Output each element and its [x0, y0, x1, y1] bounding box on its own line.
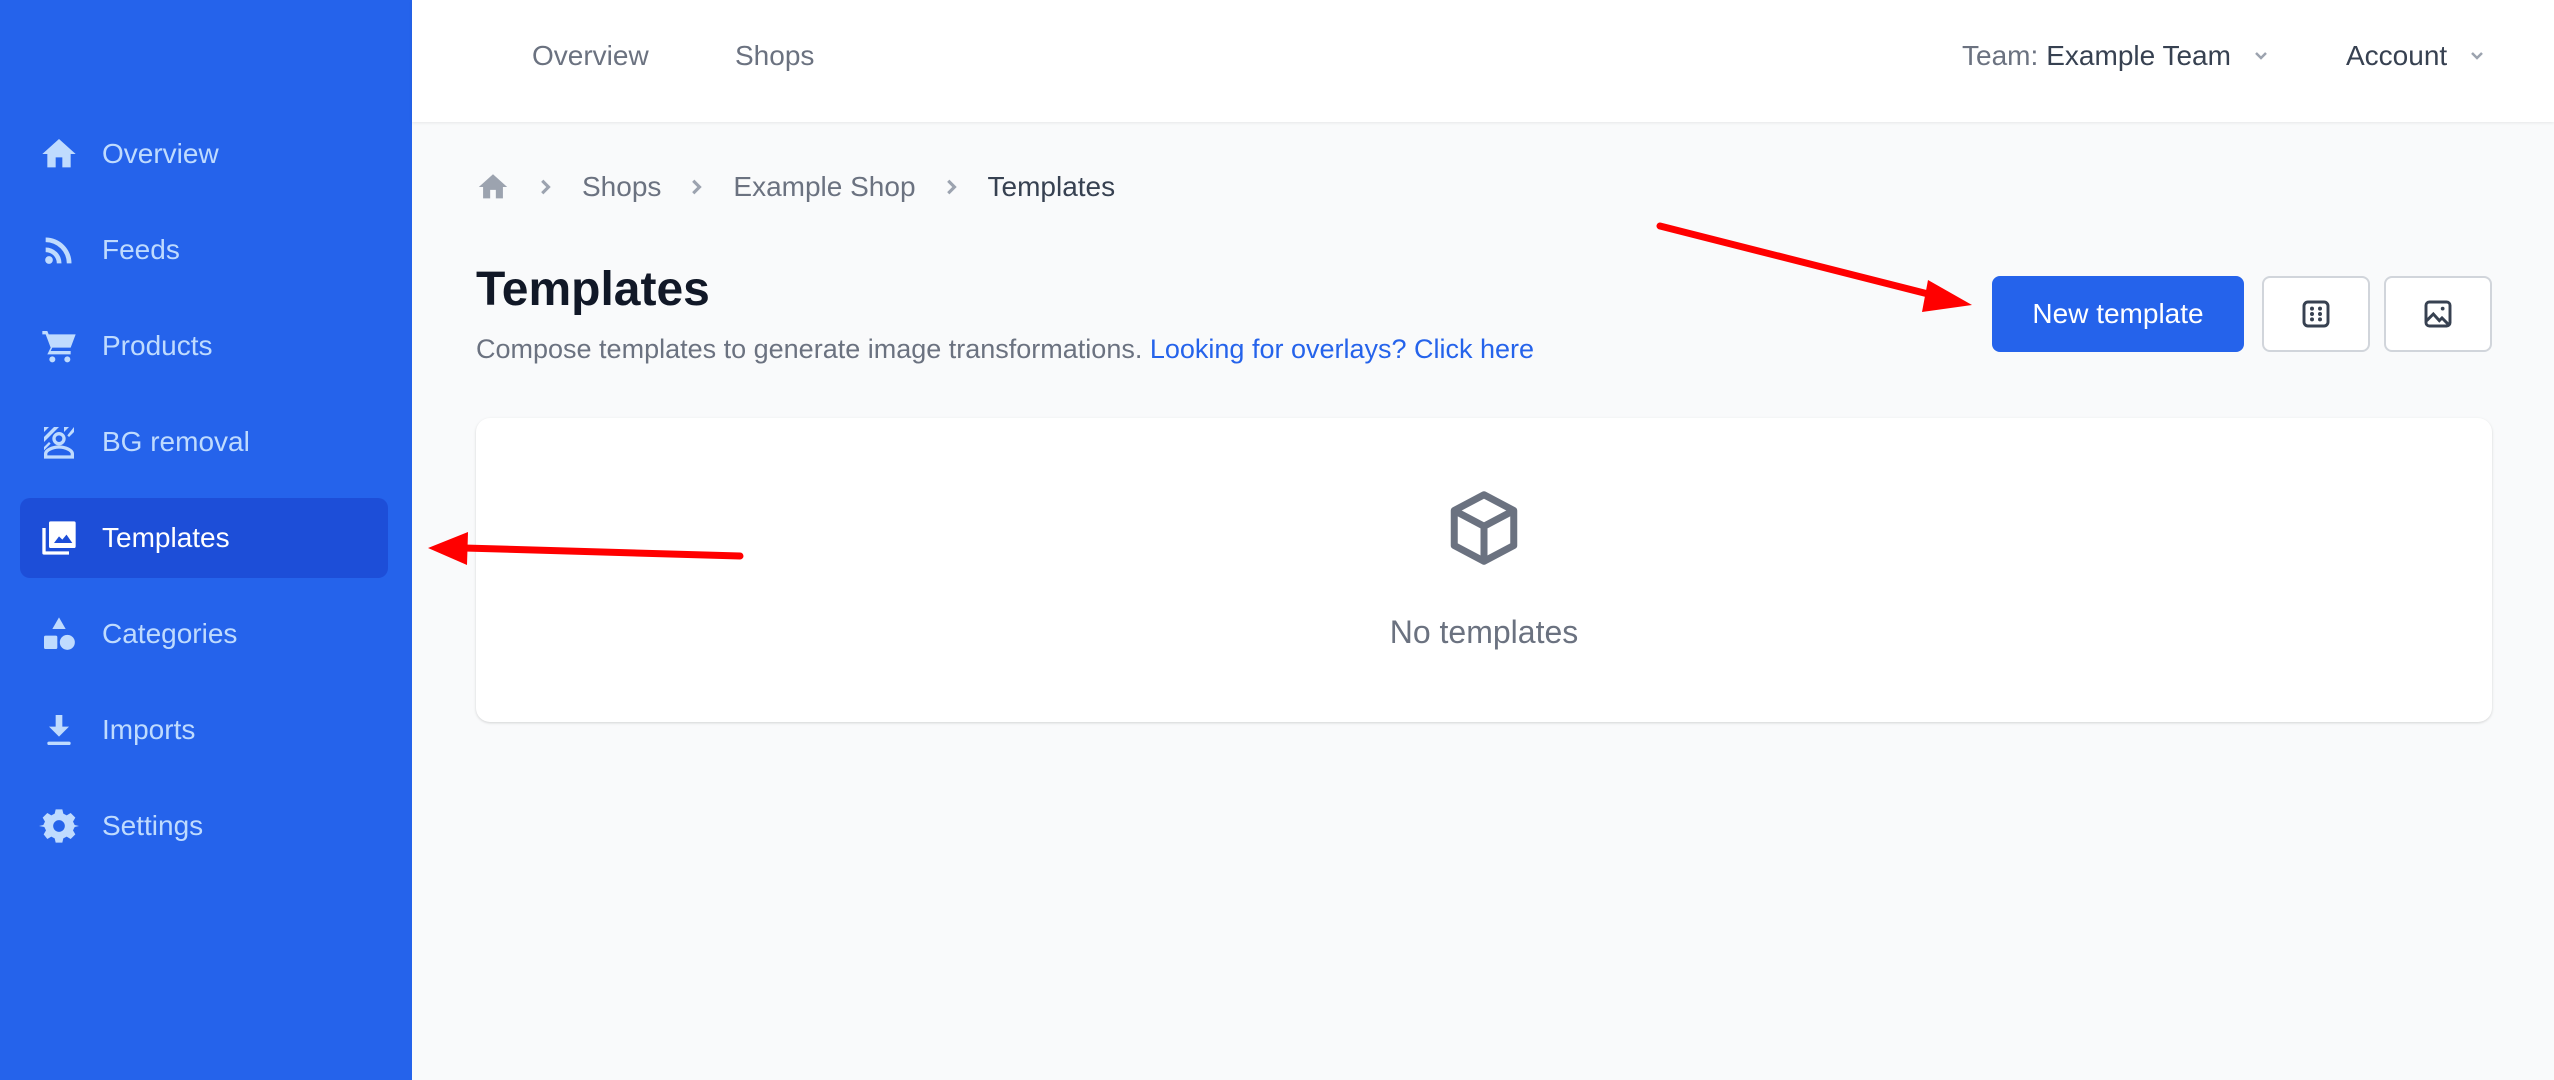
- image-icon: [2424, 300, 2452, 328]
- top-header: Overview Shops Team: Example Team Accoun…: [412, 0, 2554, 122]
- gear-icon: [38, 805, 80, 847]
- chevron-down-icon: [2471, 52, 2484, 60]
- header-link-shops[interactable]: Shops: [735, 40, 814, 72]
- templates-empty-state: No templates: [476, 418, 2492, 722]
- breadcrumb-example-shop[interactable]: Example Shop: [733, 171, 915, 203]
- images-icon: [38, 517, 80, 559]
- chevron-down-icon: [2255, 52, 2267, 60]
- annotation-arrowhead: [428, 532, 468, 565]
- annotation-arrow-new-template: [1656, 222, 1944, 301]
- home-icon[interactable]: [476, 170, 510, 204]
- sidebar-item-label: Imports: [102, 714, 196, 745]
- breadcrumb-shops[interactable]: Shops: [582, 171, 661, 203]
- page-title: Templates: [476, 263, 710, 316]
- download-icon: [38, 709, 80, 751]
- sidebar-item-label: Overview: [102, 138, 219, 169]
- sidebar-item-imports[interactable]: Imports: [20, 690, 388, 770]
- team-label: Team:: [1962, 40, 2039, 71]
- sidebar-item-templates[interactable]: Templates: [20, 498, 388, 578]
- sidebar-item-label: Products: [102, 330, 213, 361]
- subtitle-text: Compose templates to generate image tran…: [476, 334, 1143, 364]
- sidebar-item-categories[interactable]: Categories: [20, 594, 388, 674]
- annotation-arrowhead: [1922, 280, 1972, 312]
- sidebar-item-label: BG removal: [102, 426, 250, 457]
- breadcrumb-templates[interactable]: Templates: [988, 171, 1116, 203]
- new-template-button[interactable]: New template: [1992, 276, 2244, 352]
- shopping-cart-icon: [38, 325, 80, 367]
- chevron-right-icon: [946, 179, 957, 195]
- random-template-button[interactable]: [2262, 276, 2370, 352]
- team-dropdown[interactable]: Team: Example Team: [1962, 40, 2269, 72]
- account-label: Account: [2346, 40, 2448, 71]
- sidebar-item-label: Categories: [102, 618, 238, 649]
- sidebar-item-label: Settings: [102, 810, 204, 841]
- sidebar-item-label: Templates: [102, 522, 230, 553]
- page-subtitle: Compose templates to generate image tran…: [476, 334, 1534, 365]
- sidebar-item-settings[interactable]: Settings: [20, 786, 388, 866]
- breadcrumb: Shops Example Shop Templates: [476, 170, 1115, 204]
- sidebar: Overview Feeds Products BG removal Templ…: [0, 0, 412, 1080]
- shapes-icon: [38, 613, 80, 655]
- sidebar-item-overview[interactable]: Overview: [20, 114, 388, 194]
- header-link-overview[interactable]: Overview: [532, 40, 649, 72]
- chevron-right-icon: [692, 179, 703, 195]
- sidebar-item-label: Feeds: [102, 234, 180, 265]
- overlays-link[interactable]: Looking for overlays? Click here: [1150, 334, 1534, 364]
- sidebar-nav: Overview Feeds Products BG removal Templ…: [20, 114, 388, 882]
- sidebar-item-bg-removal[interactable]: BG removal: [20, 402, 388, 482]
- image-template-button[interactable]: [2384, 276, 2492, 352]
- bg-removal-icon: [38, 421, 80, 463]
- empty-state-text: No templates: [1389, 614, 1579, 650]
- rss-icon: [38, 229, 80, 271]
- sidebar-item-feeds[interactable]: Feeds: [20, 210, 388, 290]
- home-icon: [38, 133, 80, 175]
- chevron-right-icon: [541, 179, 551, 195]
- cube-icon: [1450, 491, 1518, 565]
- sidebar-item-products[interactable]: Products: [20, 306, 388, 386]
- account-dropdown[interactable]: Account: [2346, 40, 2485, 72]
- dice-icon: [2302, 300, 2330, 328]
- team-name: Example Team: [2046, 40, 2231, 71]
